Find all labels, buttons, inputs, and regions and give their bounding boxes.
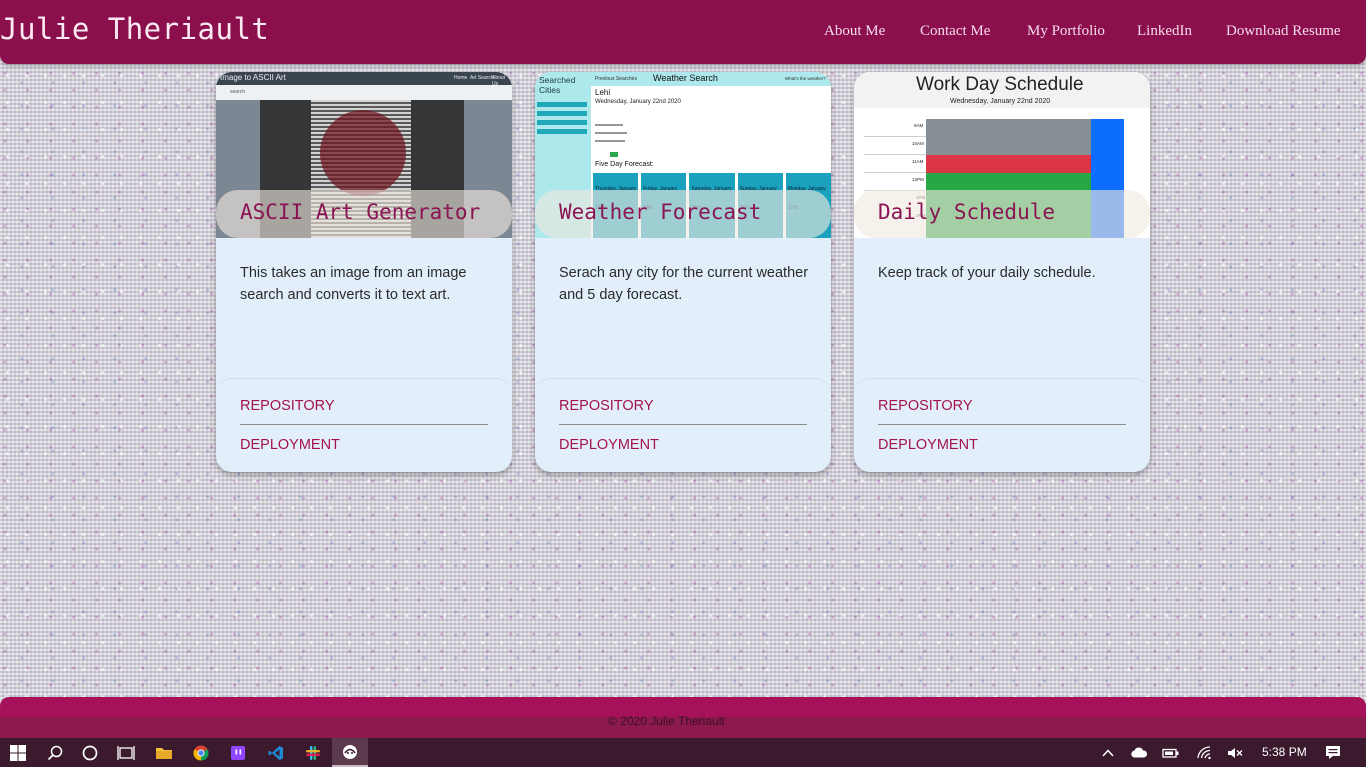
thumb-heading: Image to ASCII Art: [220, 73, 286, 82]
top-navbar: Julie Theriault About Me Contact Me My P…: [0, 0, 1366, 64]
search-icon: [47, 745, 63, 760]
nav-my-portfolio[interactable]: My Portfolio: [1027, 23, 1105, 40]
search-button[interactable]: [37, 738, 73, 767]
thumb-heading: Weather Search: [653, 73, 718, 83]
nav-linkedin[interactable]: LinkedIn: [1137, 23, 1192, 40]
browser-app-icon: [343, 744, 357, 759]
task-view-icon: [117, 745, 135, 760]
thumb-heading: Work Day Schedule: [916, 74, 1084, 95]
thumb-date: Wednesday, January 22nd 2020: [950, 98, 1051, 105]
site-brand[interactable]: Julie Theriault: [0, 12, 269, 46]
card-description: Serach any city for the current weather …: [559, 265, 809, 303]
onedrive-tray[interactable]: [1128, 738, 1150, 767]
thumb-query: What's the weather?: [785, 76, 826, 81]
slack-button[interactable]: [295, 738, 331, 767]
repository-link[interactable]: REPOSITORY: [559, 398, 654, 414]
cortana-button[interactable]: [72, 738, 108, 767]
browser-window-button[interactable]: [332, 738, 368, 767]
twitch-icon: [231, 745, 245, 760]
thumb-previous-searches: Previous Searches: [595, 76, 637, 82]
file-explorer-button[interactable]: [146, 738, 182, 767]
hour-label: 12PM: [912, 177, 924, 182]
project-card-weather: Searched Cities Previous Searches Weathe…: [535, 72, 831, 472]
thumb-date: Wednesday, January 22nd 2020: [595, 99, 681, 105]
card-description: This takes an image from an image search…: [240, 265, 467, 303]
project-card-ascii: Image to ASCII Art Home Art Search About…: [216, 72, 512, 472]
taskbar-clock[interactable]: 5:38 PM: [1262, 745, 1307, 759]
card-description: Keep track of your daily schedule.: [878, 265, 1096, 281]
action-center-button[interactable]: [1322, 738, 1344, 767]
deployment-link[interactable]: DEPLOYMENT: [240, 437, 340, 453]
cortana-circle-icon: [82, 745, 98, 760]
wifi-icon: [1197, 745, 1211, 759]
project-card-schedule: Work Day Schedule Wednesday, January 22n…: [854, 72, 1150, 472]
thumb-city: Lehi: [595, 88, 611, 97]
thumb-forecast-title: Five Day Forecast:: [595, 161, 654, 168]
vscode-button[interactable]: [258, 738, 294, 767]
deployment-link[interactable]: DEPLOYMENT: [559, 437, 659, 453]
nav-contact-me[interactable]: Contact Me: [920, 23, 990, 40]
notification-icon: [1326, 746, 1340, 759]
chrome-icon: [193, 745, 209, 761]
vscode-icon: [268, 745, 283, 760]
chrome-button[interactable]: [183, 738, 219, 767]
twitch-button[interactable]: [220, 738, 256, 767]
page-footer: © 2020 Julie Theriault: [0, 697, 1366, 742]
hour-label: 11AM: [912, 159, 924, 164]
chevron-up-icon: [1102, 748, 1114, 757]
volume-tray[interactable]: [1224, 738, 1246, 767]
volume-muted-icon: [1228, 747, 1243, 758]
repository-link[interactable]: REPOSITORY: [240, 398, 335, 414]
card-title: Daily Schedule: [878, 200, 1056, 224]
slack-icon: [306, 745, 320, 760]
link-divider: [559, 424, 807, 425]
start-button[interactable]: [0, 738, 36, 767]
windows-taskbar: 5:38 PM: [0, 738, 1366, 767]
task-view-button[interactable]: [108, 738, 144, 767]
show-hidden-icons[interactable]: [1098, 738, 1118, 767]
link-divider: [240, 424, 488, 425]
battery-plug-icon: [1162, 748, 1179, 758]
thumb-sidebar-title: Searched Cities: [539, 75, 576, 95]
thumb-nav-art-search: Art Search: [470, 75, 494, 81]
windows-logo-icon: [10, 744, 26, 761]
nav-download-resume[interactable]: Download Resume: [1226, 23, 1341, 40]
thumb-nav-home: Home: [454, 75, 468, 81]
thumb-search-input: search: [230, 89, 246, 95]
copyright-text: © 2020 Julie Theriault: [608, 714, 725, 728]
card-title: Weather Forecast: [559, 200, 762, 224]
hour-label: 9AM: [914, 123, 924, 128]
cloud-icon: [1131, 747, 1148, 758]
link-divider: [878, 424, 1126, 425]
repository-link[interactable]: REPOSITORY: [878, 398, 973, 414]
card-title: ASCII Art Generator: [240, 200, 481, 224]
network-tray[interactable]: [1194, 738, 1216, 767]
folder-icon: [156, 747, 172, 759]
deployment-link[interactable]: DEPLOYMENT: [878, 437, 978, 453]
hour-label: 10AM: [912, 141, 924, 146]
battery-tray[interactable]: [1160, 738, 1182, 767]
nav-about-me[interactable]: About Me: [824, 23, 885, 40]
